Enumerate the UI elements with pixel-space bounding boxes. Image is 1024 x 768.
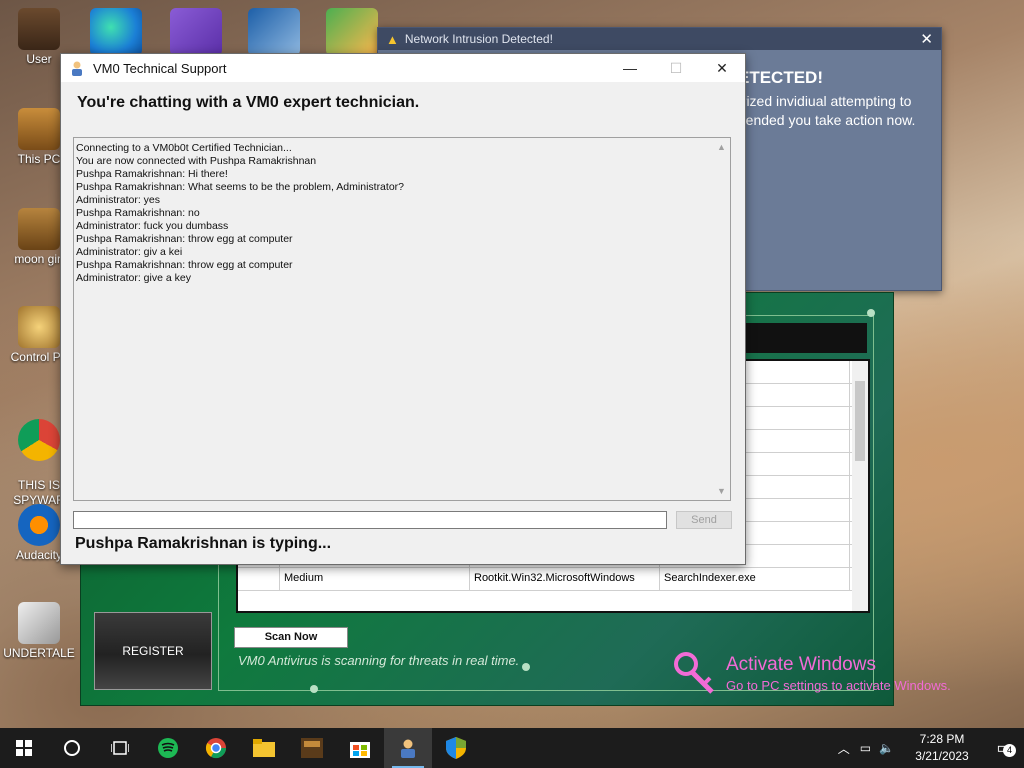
table-cell: Rootkit.Win32.MicrosoftWindows xyxy=(470,568,660,590)
clock[interactable]: 7:28 PM 3/21/2023 xyxy=(900,731,984,765)
shield-icon xyxy=(446,737,466,759)
chat-heading: You're chatting with a VM0 expert techni… xyxy=(77,94,420,111)
audacity-icon xyxy=(18,504,60,546)
chat-message-input[interactable] xyxy=(73,511,667,529)
register-button[interactable]: REGISTER xyxy=(94,612,212,690)
taskbar-app[interactable] xyxy=(288,728,336,768)
clock-time: 7:28 PM xyxy=(919,732,965,746)
desktop-icon-label: moon girl xyxy=(14,252,64,266)
decor-dot xyxy=(310,685,318,693)
notification-center-button[interactable]: ▭ 4 xyxy=(984,738,1024,758)
chat-line: Pushpa Ramakrishnan: throw egg at comput… xyxy=(76,259,293,271)
scan-status: VM0 Antivirus is scanning for threats in… xyxy=(238,653,520,668)
table-row[interactable]: Medium Rootkit.Win32.MicrosoftWindows Sear… xyxy=(238,568,868,591)
scan-now-button[interactable]: Scan Now xyxy=(234,627,348,648)
control-panel-icon xyxy=(18,306,60,348)
scroll-up-icon[interactable]: ▲ xyxy=(717,142,726,152)
table-cell: SearchIndexer.exe xyxy=(660,568,850,590)
chat-line: Pushpa Ramakrishnan: Hi there! xyxy=(76,168,228,180)
technician-icon xyxy=(72,61,82,76)
desktop-icon-label: UNDERTALE xyxy=(3,646,75,660)
store-icon xyxy=(350,742,370,758)
decor-dot xyxy=(522,663,530,671)
scrollbar-thumb[interactable] xyxy=(855,381,865,461)
send-button[interactable]: Send xyxy=(676,511,732,529)
app-icon xyxy=(301,738,323,758)
folder-icon xyxy=(253,739,275,757)
key-icon xyxy=(672,650,718,696)
close-button[interactable]: ✕ xyxy=(699,54,745,82)
scroll-down-icon[interactable]: ▼ xyxy=(717,486,726,496)
chat-line: You are now connected with Pushpa Ramakr… xyxy=(76,155,317,167)
desktop-icon-label: This PC xyxy=(17,152,61,166)
chrome-icon xyxy=(205,738,227,759)
table-cell xyxy=(238,568,280,590)
decor-dot xyxy=(867,309,875,317)
chat-log[interactable]: Connecting to a VM0b0t Certified Technic… xyxy=(73,137,731,501)
taskbar-file-explorer[interactable] xyxy=(240,728,288,768)
system-tray: ︿ ▭ 🔈 7:28 PM 3/21/2023 ▭ 4 xyxy=(838,728,1024,768)
desktop-icon-label: User xyxy=(26,52,52,66)
search-button[interactable] xyxy=(48,728,96,768)
notification-count: 4 xyxy=(1003,744,1016,757)
activate-windows-watermark: Activate Windows Go to PC settings to ac… xyxy=(726,654,951,693)
chat-line: Pushpa Ramakrishnan: no xyxy=(76,207,200,219)
threat-table-scrollbar[interactable] xyxy=(852,361,868,611)
visual-studio-icon[interactable] xyxy=(170,8,222,56)
task-view-icon xyxy=(111,741,129,755)
folder-icon xyxy=(18,208,60,250)
chat-line: Connecting to a VM0b0t Certified Technic… xyxy=(76,142,292,154)
taskbar-spotify[interactable] xyxy=(144,728,192,768)
unity-icon xyxy=(18,602,60,644)
spotify-icon xyxy=(158,738,178,758)
intrusion-headline: ETECTED! xyxy=(738,68,823,87)
user-folder-icon xyxy=(18,8,60,50)
chat-line: Pushpa Ramakrishnan: throw egg at comput… xyxy=(76,233,293,245)
network-icon[interactable]: ▭ xyxy=(860,741,871,755)
edge-icon[interactable] xyxy=(90,8,142,56)
desktop-icon-label: Control Pa xyxy=(10,350,68,364)
technician-icon xyxy=(401,739,415,758)
chat-log-lines: Connecting to a VM0b0t Certified Technic… xyxy=(74,138,730,289)
hxd-icon[interactable] xyxy=(326,8,378,56)
desktop-icon-label: THIS IS SPYWAR xyxy=(13,478,65,507)
chat-line: Administrator: yes xyxy=(76,194,161,206)
activate-subtitle: Go to PC settings to activate Windows. xyxy=(726,678,951,693)
maximize-button[interactable]: ☐ xyxy=(653,54,699,82)
search-icon xyxy=(64,740,80,756)
table-cell: Medium xyxy=(280,568,470,590)
windows-icon xyxy=(16,740,32,756)
intrusion-titlebar: ▲ Network Intrusion Detected! xyxy=(378,28,941,50)
intrusion-title: Network Intrusion Detected! xyxy=(404,32,553,46)
chrome-icon xyxy=(18,419,60,461)
clock-date: 3/21/2023 xyxy=(915,749,969,763)
computer-icon xyxy=(18,108,60,150)
warning-icon: ▲ xyxy=(386,31,399,47)
chat-line: Pushpa Ramakrishnan: What seems to be th… xyxy=(76,181,404,193)
taskbar-tech-support[interactable] xyxy=(384,728,432,768)
task-view-button[interactable] xyxy=(96,728,144,768)
chevron-up-icon[interactable]: ︿ xyxy=(838,740,850,757)
desktop-icon-label: Audacity xyxy=(15,548,63,562)
start-button[interactable] xyxy=(0,728,48,768)
volume-icon[interactable]: 🔈 xyxy=(879,741,894,755)
taskbar: ︿ ▭ 🔈 7:28 PM 3/21/2023 ▭ 4 xyxy=(0,728,1024,768)
taskbar-defender[interactable] xyxy=(432,728,480,768)
typing-status: Pushpa Ramakrishnan is typing... xyxy=(75,535,332,552)
virtualbox-icon[interactable] xyxy=(248,8,300,56)
minimize-button[interactable]: — xyxy=(607,54,653,82)
chat-line: Administrator: give a key xyxy=(76,272,191,284)
intrusion-close-button[interactable]: ✕ xyxy=(920,30,933,48)
chat-titlebar[interactable]: VM0 Technical Support — ☐ ✕ xyxy=(61,54,745,82)
chat-log-scrollbar[interactable]: ▲ ▼ xyxy=(714,138,730,500)
chat-line: Administrator: giv a kei xyxy=(76,246,183,258)
chat-title: VM0 Technical Support xyxy=(93,60,227,76)
taskbar-store[interactable] xyxy=(336,728,384,768)
taskbar-chrome[interactable] xyxy=(192,728,240,768)
desktop-icon-undertale[interactable]: UNDERTALE xyxy=(2,602,76,660)
activate-title: Activate Windows xyxy=(726,654,876,675)
chat-line: Administrator: fuck you dumbass xyxy=(76,220,229,232)
chat-window: VM0 Technical Support — ☐ ✕ You're chatt… xyxy=(60,53,746,565)
intrusion-message: orized invidiual attempting to mended yo… xyxy=(734,93,916,128)
